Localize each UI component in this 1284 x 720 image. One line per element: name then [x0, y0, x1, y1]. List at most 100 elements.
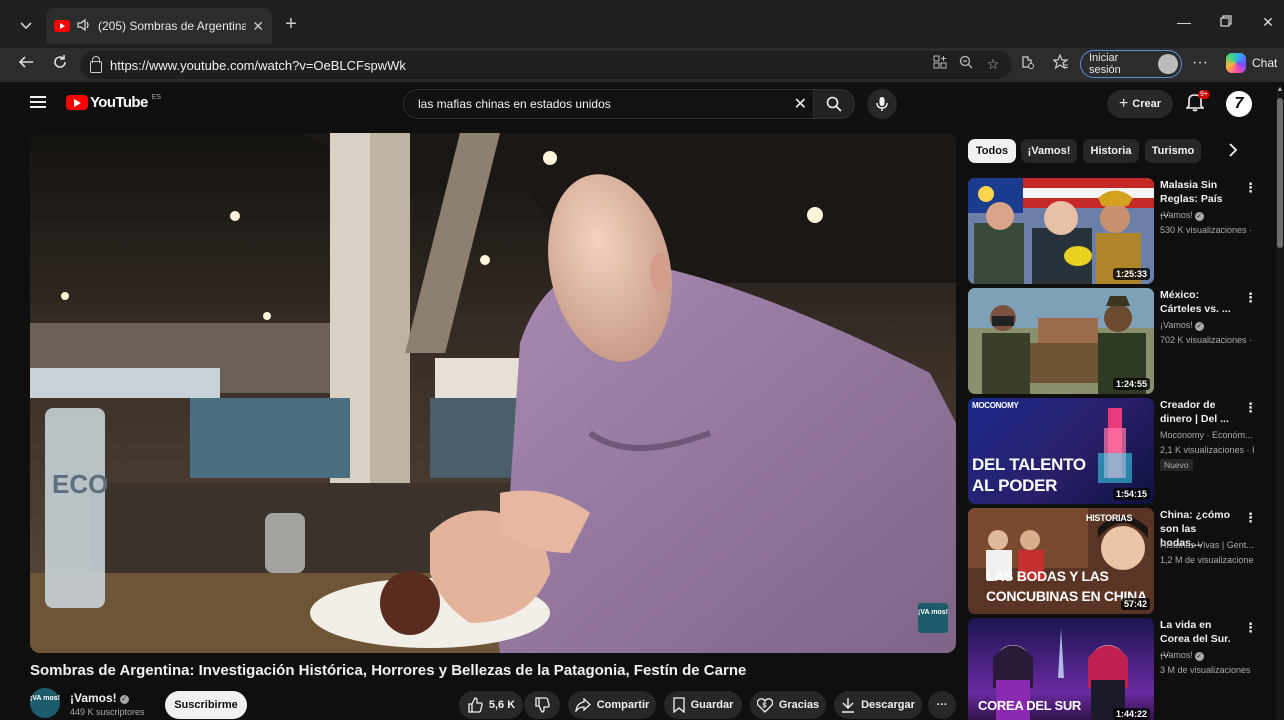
recommendation-channel[interactable]: ¡Vamos!	[1160, 320, 1193, 330]
page-scrollbar[interactable]	[1276, 92, 1284, 720]
recommendation-item[interactable]: COREA DEL SUR 1:44:22 La vida en Corea d…	[968, 618, 1257, 720]
thumbnail-headline: LAS BODAS Y LAS	[986, 568, 1109, 584]
tab-close-icon[interactable]: ✕	[252, 18, 264, 35]
recommendation-item[interactable]: HISTORIAS LAS BODAS Y LAS CONCUBINAS EN …	[968, 508, 1257, 614]
youtube-logo[interactable]: YouTube ES	[66, 94, 161, 111]
search-icon	[826, 96, 842, 112]
reload-icon[interactable]	[49, 54, 71, 76]
download-icon	[842, 698, 855, 713]
svg-text:$: $	[762, 703, 766, 710]
video-thumbnail[interactable]: HISTORIAS LAS BODAS Y LAS CONCUBINAS EN …	[968, 508, 1154, 614]
url-text[interactable]: https://www.youtube.com/watch?v=OeBLCFsp…	[110, 58, 406, 73]
recommendation-item[interactable]: 1:24:55 México: Cárteles vs. ... ¡Vamos!…	[968, 288, 1257, 394]
restore-icon[interactable]	[1216, 14, 1236, 30]
recommendation-channel[interactable]: Historias Vivas | Gent...	[1160, 540, 1254, 550]
video-duration: 1:25:33	[1112, 268, 1150, 280]
extensions-icon[interactable]	[1017, 54, 1037, 74]
zoom-icon[interactable]	[956, 54, 976, 74]
back-arrow-icon[interactable]	[15, 54, 37, 76]
chip-todos[interactable]: Todos	[968, 139, 1016, 163]
scrollbar-thumb[interactable]	[1277, 98, 1283, 248]
chevron-down-icon	[20, 22, 32, 30]
recommendation-channel[interactable]: ¡Vamos!	[1160, 210, 1193, 220]
speaker-icon[interactable]	[76, 18, 92, 35]
verified-icon: ✓	[1194, 212, 1204, 221]
voice-search-button[interactable]	[867, 89, 897, 119]
chip-turismo[interactable]: Turismo	[1145, 139, 1201, 163]
more-options-icon[interactable]: ···	[1192, 54, 1208, 72]
save-button[interactable]: Guardar	[664, 691, 742, 719]
bookmark-icon	[672, 697, 685, 713]
browser-toolbar: https://www.youtube.com/watch?v=OeBLCFsp…	[0, 48, 1284, 82]
recommendation-views: 702 K visualizaciones ·	[1160, 335, 1253, 345]
dislike-button[interactable]	[524, 691, 560, 719]
verified-icon: ✓	[1194, 322, 1204, 331]
new-badge: Nuevo	[1160, 459, 1193, 471]
thanks-button[interactable]: $ Gracias	[750, 691, 826, 719]
chip-historia[interactable]: Historia	[1083, 139, 1139, 163]
chip-vamos[interactable]: ¡Vamos!	[1021, 139, 1077, 163]
kebab-menu-icon[interactable]: ⋮	[1244, 510, 1257, 526]
channel-avatar[interactable]: ¡VA mos!	[30, 688, 60, 718]
minimize-icon[interactable]: —	[1174, 14, 1194, 30]
kebab-menu-icon[interactable]: ⋮	[1244, 290, 1257, 306]
create-button[interactable]: + Crear	[1107, 90, 1173, 118]
clear-search-icon[interactable]: ✕	[794, 94, 807, 114]
channel-name-row[interactable]: ¡Vamos! ✓	[70, 691, 129, 705]
recommendation-channel[interactable]: Moconomy · Económ...	[1160, 430, 1253, 440]
share-label: Compartir	[596, 699, 650, 711]
share-button[interactable]: Compartir	[568, 691, 656, 719]
app-available-icon[interactable]	[930, 54, 950, 74]
more-actions-button[interactable]: ···	[928, 691, 956, 719]
tab-title: (205) Sombras de Argentina: I	[98, 19, 247, 33]
thumbnail-brand: MOCONOMY	[972, 401, 1019, 410]
channel-name[interactable]: ¡Vamos!	[70, 691, 117, 705]
download-button[interactable]: Descargar	[834, 691, 922, 719]
window-close-icon[interactable]: ✕	[1258, 14, 1278, 31]
favorites-icon[interactable]	[1051, 53, 1071, 74]
recommendation-channel-row: ¡Vamos! ✓	[1160, 320, 1204, 331]
signin-button[interactable]: Iniciar sesión	[1080, 50, 1182, 78]
menu-icon[interactable]	[30, 96, 46, 111]
video-thumbnail[interactable]: 1:24:55	[968, 288, 1154, 394]
video-thumbnail[interactable]: 1:25:33	[968, 178, 1154, 284]
like-button[interactable]: 5,6 K	[459, 691, 523, 719]
channel-watermark[interactable]: ¡VA mos!	[918, 603, 948, 633]
notifications-button[interactable]: 9+	[1185, 90, 1212, 116]
thumbnail-brand: HISTORIAS	[1086, 513, 1133, 523]
search-input[interactable]: las mafias chinas en estados unidos ✕	[403, 89, 813, 119]
address-bar[interactable]: https://www.youtube.com/watch?v=OeBLCFsp…	[80, 51, 1012, 79]
youtube-header: YouTube ES las mafias chinas en estados …	[10, 84, 1284, 124]
recommendation-item[interactable]: 1:25:33 Malasia Sin Reglas: País ... ¡Va…	[968, 178, 1257, 284]
thanks-label: Gracias	[778, 699, 820, 711]
search-query[interactable]: las mafias chinas en estados unidos	[418, 97, 611, 111]
youtube-favicon-icon	[54, 20, 70, 32]
account-avatar[interactable]: 7	[1226, 91, 1252, 117]
create-label: Crear	[1132, 98, 1162, 110]
kebab-menu-icon[interactable]: ⋮	[1244, 620, 1257, 636]
video-player[interactable]: ECO ¡VA mos!	[30, 133, 956, 653]
recommendation-title[interactable]: México: Cárteles vs. ...	[1160, 288, 1234, 316]
like-count: 5,6 K	[488, 699, 516, 711]
kebab-menu-icon[interactable]: ⋮	[1244, 180, 1257, 196]
recommendation-channel-row: ¡Vamos! ✓	[1160, 210, 1204, 221]
thumbs-down-icon	[535, 697, 550, 713]
signin-label: Iniciar sesión	[1089, 52, 1121, 76]
thumbnail-headline: DEL TALENTO	[972, 455, 1086, 474]
browser-tab[interactable]: (205) Sombras de Argentina: I ✕	[46, 8, 272, 44]
chevron-right-icon[interactable]	[1228, 143, 1238, 161]
new-tab-button[interactable]: +	[280, 14, 302, 36]
copilot-button[interactable]: Chat	[1226, 53, 1277, 73]
search-button[interactable]	[813, 89, 855, 119]
video-thumbnail[interactable]: COREA DEL SUR 1:44:22	[968, 618, 1154, 720]
recommendation-item[interactable]: MOCONOMY DEL TALENTO AL PODER 1:54:15 Cr…	[968, 398, 1257, 504]
recommendation-channel[interactable]: ¡Vamos!	[1160, 650, 1193, 660]
related-chips: Todos ¡Vamos! Historia Turismo	[968, 139, 1248, 163]
tab-actions-menu[interactable]	[12, 12, 40, 40]
subscribe-button[interactable]: Suscribirme	[165, 691, 247, 719]
video-thumbnail[interactable]: MOCONOMY DEL TALENTO AL PODER 1:54:15	[968, 398, 1154, 504]
recommendation-title[interactable]: Creador de dinero | Del ...	[1160, 398, 1234, 426]
kebab-menu-icon[interactable]: ⋮	[1244, 400, 1257, 416]
lock-icon[interactable]	[90, 55, 102, 73]
favorite-star-icon[interactable]: ☆	[983, 54, 1003, 74]
